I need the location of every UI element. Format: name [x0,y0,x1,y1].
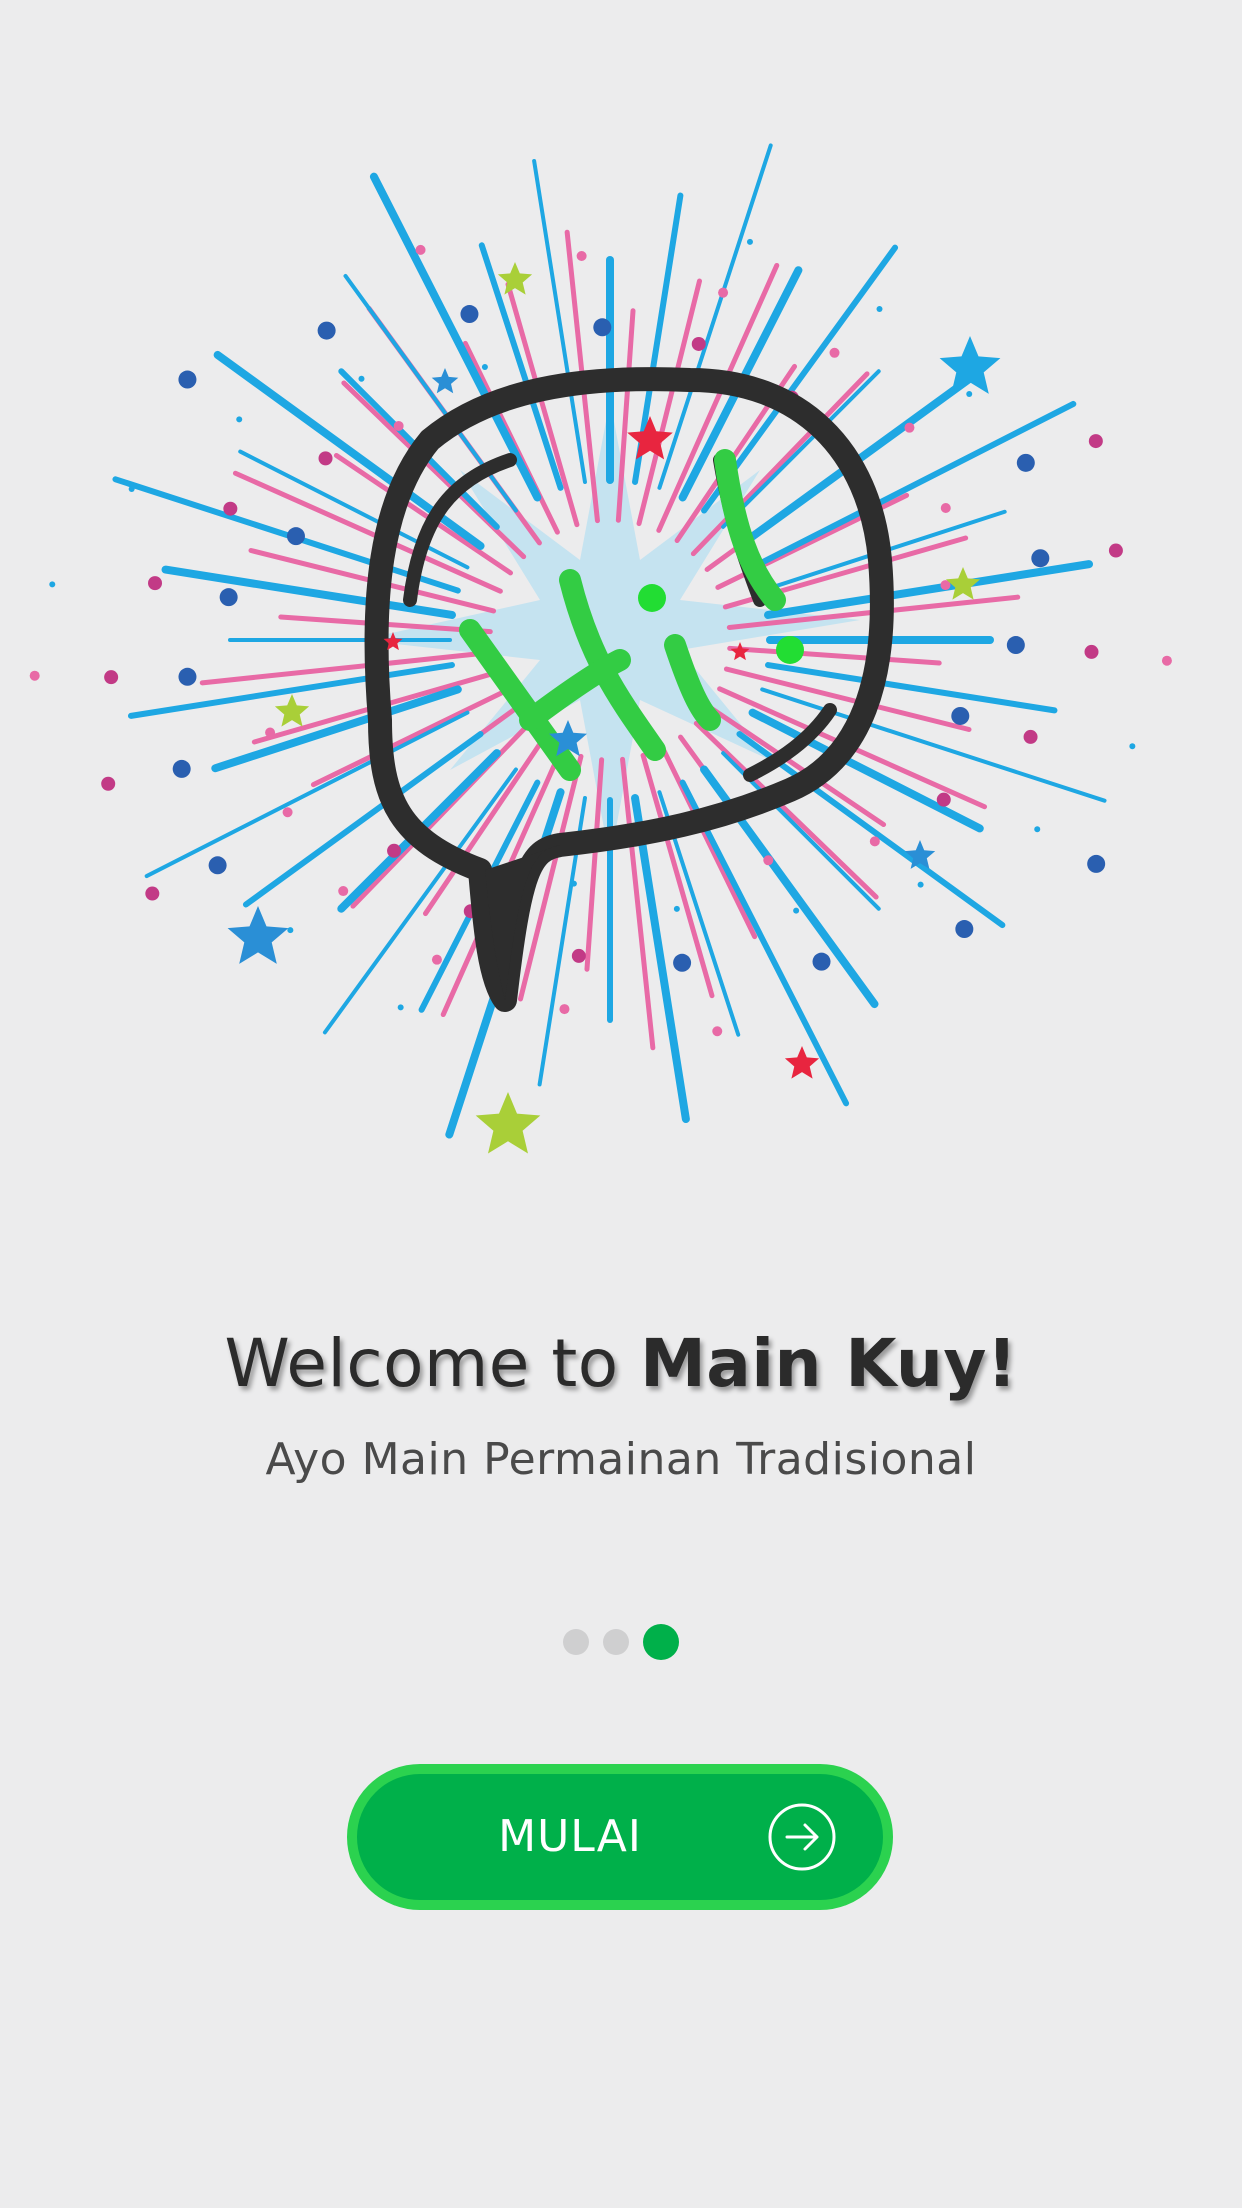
burst-particle [712,1026,723,1037]
burst-particle [208,856,227,875]
burst-particle [393,420,404,431]
burst-particle [223,501,238,516]
burst-particle [673,953,692,972]
burst-particle [338,886,349,897]
burst-particle [358,375,365,382]
burst-ray [584,757,605,972]
burst-particle [286,527,305,546]
burst-particle [145,886,160,901]
doodle-dot-2 [776,636,804,664]
arrow-right-circle-icon [768,1803,836,1871]
app-name: Main Kuy! [640,1325,1018,1402]
star-icon [945,567,981,600]
burst-particle [1129,743,1136,750]
star-icon [227,906,289,964]
burst-particle [940,503,951,514]
burst-particle [29,670,40,681]
burst-particle [1084,644,1099,659]
start-button-label: MULAI [498,1811,642,1862]
burst-particle [1161,655,1172,666]
burst-particle [763,855,774,866]
welcome-prefix: Welcome to [224,1325,641,1402]
burst-particle [917,881,924,888]
star-icon [431,368,459,394]
burst-particle [829,347,840,358]
burst-particle [593,318,612,337]
welcome-title: Welcome to Main Kuy! [0,1322,1242,1406]
burst-particle [287,927,294,934]
burst-particle [1088,434,1103,449]
burst-particle [317,321,336,340]
burst-ray [211,685,462,773]
burst-particle [904,422,915,433]
burst-particle [576,250,587,261]
burst-particle [1006,636,1025,655]
burst-particle [1108,543,1123,558]
burst-particle [746,238,753,245]
start-button[interactable]: MULAI [347,1764,893,1910]
burst-particle [431,954,442,965]
burst-particle [1087,854,1106,873]
burst-particle [571,948,586,963]
burst-particle [481,364,488,371]
burst-particle [460,305,479,324]
burst-particle [812,952,831,971]
star-icon [730,642,750,661]
burst-particle [793,907,800,914]
burst-particle [718,287,729,298]
burst-particle [265,727,276,738]
burst-ray [727,645,942,666]
burst-particle [387,843,402,858]
burst-particle [219,588,238,607]
burst-particle [869,836,880,847]
star-icon [274,694,310,727]
page-indicator [0,1624,1242,1660]
burst-particle [128,485,135,492]
star-icon [497,262,533,295]
burst-particle [49,581,56,588]
burst-particle [172,759,191,778]
page-dot [563,1629,589,1655]
burst-particle [559,1004,570,1015]
burst-particle [148,576,163,591]
burst-particle [673,905,680,912]
burst-particle [397,1004,404,1011]
burst-particle [1016,453,1035,472]
burst-particle [951,706,970,725]
burst-particle [691,336,706,351]
burst-particle [876,306,883,313]
page-dot [603,1629,629,1655]
star-icon [939,336,1001,394]
burst-particle [318,451,333,466]
burst-particle [104,670,119,685]
burst-particle [937,637,943,643]
hero-illustration [29,143,1172,1154]
burst-particle [1034,826,1041,833]
star-icon [475,1092,541,1154]
burst-particle [1023,729,1038,744]
burst-particle [966,391,973,398]
burst-particle [178,667,197,686]
burst-particle [101,776,116,791]
star-icon [784,1046,820,1079]
welcome-subtitle: Ayo Main Permainan Tradisional [265,1434,977,1485]
burst-particle [1031,549,1050,568]
burst-particle [282,807,293,818]
page-dot-active [643,1624,679,1660]
burst-particle [955,920,974,939]
burst-particle [236,416,243,423]
burst-particle [415,244,426,255]
burst-particle [178,370,197,389]
doodle-dot [638,584,666,612]
burst-particle [570,880,577,887]
burst-particle [936,792,951,807]
